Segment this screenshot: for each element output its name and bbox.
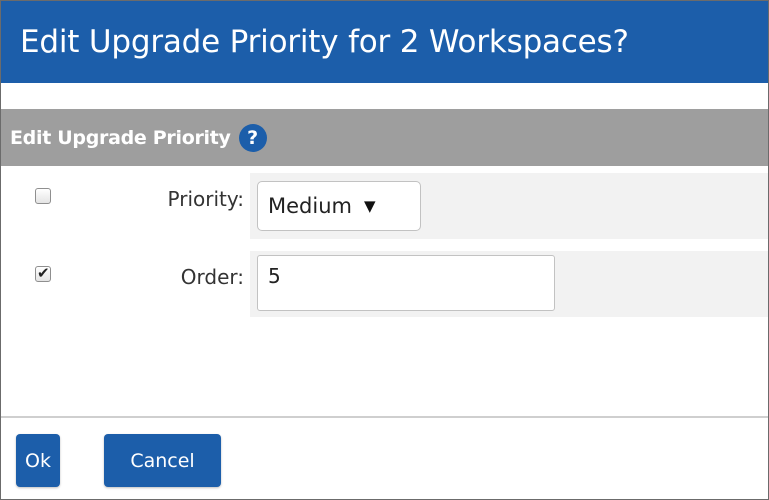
help-icon[interactable]: ? [238, 123, 267, 152]
order-label: Order: [180, 265, 244, 289]
order-input[interactable]: 5 [257, 255, 555, 311]
order-row: ✔ Order: 5 [1, 251, 768, 317]
checkmark-icon: ✔ [37, 264, 50, 282]
footer-divider [1, 416, 768, 418]
section-header-label: Edit Upgrade Priority [10, 126, 231, 149]
dialog-title: Edit Upgrade Priority for 2 Workspaces? [20, 24, 629, 60]
dropdown-arrow-icon: ▼ [363, 197, 376, 215]
priority-row: Priority: Medium ▼ [1, 173, 768, 239]
priority-label: Priority: [167, 187, 244, 211]
priority-selected-value: Medium [268, 194, 352, 218]
ok-button[interactable]: Ok [16, 434, 60, 487]
order-checkbox[interactable]: ✔ [35, 264, 51, 282]
dialog-title-bar: Edit Upgrade Priority for 2 Workspaces? [1, 1, 768, 83]
priority-checkbox[interactable] [35, 188, 51, 204]
priority-select[interactable]: Medium ▼ [257, 181, 421, 231]
cancel-button[interactable]: Cancel [104, 434, 221, 487]
edit-upgrade-priority-dialog: Edit Upgrade Priority for 2 Workspaces? … [0, 0, 769, 500]
section-header: Edit Upgrade Priority ? [1, 109, 768, 166]
